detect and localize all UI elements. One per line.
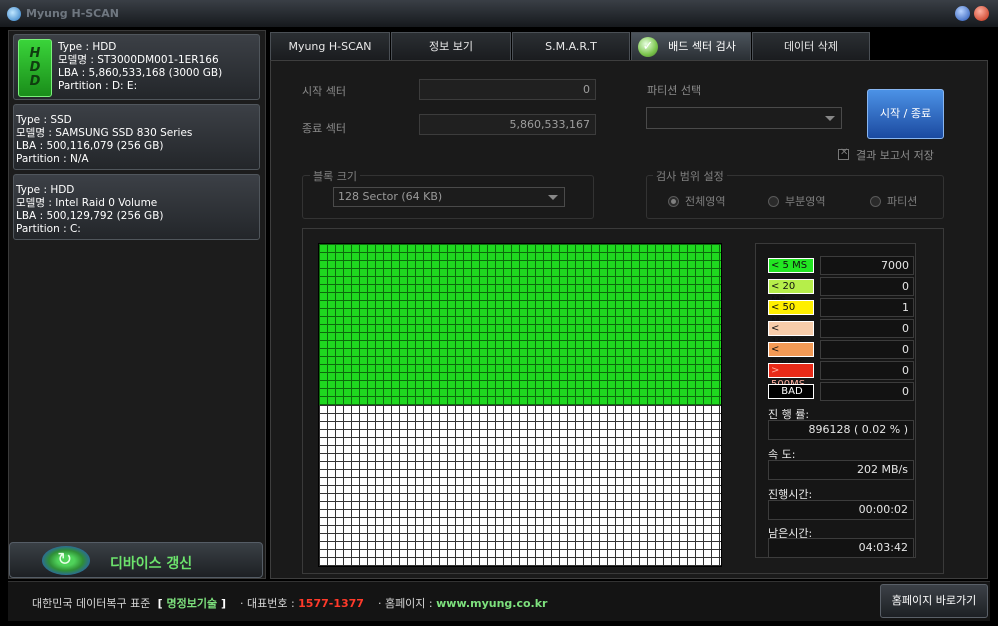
title-bar: Myung H-SCAN bbox=[0, 0, 998, 28]
range-full-radio[interactable] bbox=[668, 196, 679, 207]
window-title: Myung H-SCAN bbox=[26, 7, 119, 20]
partition-select-label: 파티션 선택 bbox=[647, 84, 702, 97]
latency-count-over-500ms: 0 bbox=[820, 361, 914, 380]
bad-sector-panel: 시작 섹터 0 종료 섹터 5,860,533,167 파티션 선택 시작 / … bbox=[270, 60, 988, 579]
save-report-checkbox[interactable] bbox=[838, 147, 849, 160]
latency-label-500ms: < 500MS bbox=[768, 342, 814, 369]
start-stop-button[interactable]: 시작 / 종료 bbox=[867, 89, 944, 139]
latency-count-500ms: 0 bbox=[820, 340, 914, 359]
latency-label-5ms: < 5 MS bbox=[768, 258, 814, 273]
device-model: 모델명 : SAMSUNG SSD 830 Series bbox=[16, 127, 193, 139]
progress-value: 896128 ( 0.02 % ) bbox=[768, 420, 914, 440]
device-type: Type : HDD bbox=[58, 41, 117, 53]
range-full-label: 전체영역 bbox=[685, 195, 726, 208]
device-model: 모델명 : ST3000DM001-1ER166 bbox=[58, 54, 219, 66]
elapsed-value: 00:00:02 bbox=[768, 500, 914, 520]
device-type: Type : SSD bbox=[16, 114, 72, 126]
start-sector-label: 시작 섹터 bbox=[302, 85, 346, 98]
check-icon: ✓ bbox=[638, 37, 658, 57]
partition-select[interactable] bbox=[646, 107, 842, 129]
refresh-icon bbox=[42, 546, 90, 575]
save-report-label: 결과 보고서 저장 bbox=[856, 149, 934, 162]
device-item-hdd-raid[interactable]: Type : HDD 모델명 : Intel Raid 0 Volume LBA… bbox=[13, 174, 260, 240]
device-type: Type : HDD bbox=[16, 184, 75, 196]
device-lba: LBA : 5,860,533,168 (3000 GB) bbox=[58, 67, 223, 79]
scan-range-group: 검사 범위 설정 전체영역 부분영역 파티션 bbox=[646, 168, 944, 219]
block-size-group: 블록 크기 128 Sector (64 KB) bbox=[302, 168, 594, 219]
latency-count-5ms: 7000 bbox=[820, 256, 914, 275]
range-partial-radio[interactable] bbox=[768, 196, 779, 207]
tab-data-erase[interactable]: 데이터 삭제 bbox=[752, 32, 870, 60]
block-size-label: 블록 크기 bbox=[310, 168, 360, 184]
tab-info[interactable]: 정보 보기 bbox=[391, 32, 511, 60]
tab-bad-sector[interactable]: ✓ 배드 섹터 검사 bbox=[631, 32, 751, 60]
refresh-label: 디바이스 갱신 bbox=[110, 556, 193, 572]
device-lba: LBA : 500,129,792 (256 GB) bbox=[16, 210, 164, 222]
speed-value: 202 MB/s bbox=[768, 460, 914, 480]
sector-map-scanned bbox=[319, 244, 721, 405]
latency-count-20ms: 0 bbox=[820, 277, 914, 296]
app-icon bbox=[7, 7, 21, 21]
footer-home-label: · 홈페이지 : bbox=[377, 597, 433, 610]
chevron-down-icon bbox=[548, 195, 558, 200]
chevron-down-icon bbox=[825, 116, 835, 121]
device-item-hdd-1[interactable]: HDD Type : HDD 모델명 : ST3000DM001-1ER166 … bbox=[13, 34, 260, 100]
footer-home-url[interactable]: www.myung.co.kr bbox=[436, 597, 547, 610]
range-partition-label: 파티션 bbox=[887, 195, 918, 208]
block-size-value: 128 Sector (64 KB) bbox=[338, 190, 443, 203]
start-sector-input[interactable]: 0 bbox=[419, 79, 596, 100]
range-partial-label: 부분영역 bbox=[785, 195, 826, 208]
latency-count-50ms: 1 bbox=[820, 298, 914, 317]
device-partition: Partition : N/A bbox=[16, 153, 89, 165]
tab-bad-sector-label: 배드 섹터 검사 bbox=[668, 40, 736, 53]
tab-bar: Myung H-SCAN 정보 보기 S.M.A.R.T ✓ 배드 섹터 검사 … bbox=[270, 32, 870, 60]
remaining-value: 04:03:42 bbox=[768, 538, 914, 558]
device-model: 모델명 : Intel Raid 0 Volume bbox=[16, 197, 158, 209]
end-sector-label: 종료 섹터 bbox=[302, 122, 346, 135]
latency-label-150ms: < 150MS bbox=[768, 321, 814, 348]
device-partition: Partition : D: E: bbox=[58, 80, 138, 92]
latency-stats: < 5 MS 7000 < 20 MS 0 < 50 MS 1 < 150MS … bbox=[755, 243, 916, 558]
scan-range-label: 검사 범위 설정 bbox=[653, 168, 727, 184]
range-partition-radio[interactable] bbox=[870, 196, 881, 207]
tab-smart[interactable]: S.M.A.R.T bbox=[512, 32, 630, 60]
device-item-ssd[interactable]: Type : SSD 모델명 : SAMSUNG SSD 830 Series … bbox=[13, 104, 260, 170]
latency-label-bad: BAD bbox=[768, 384, 814, 399]
latency-label-50ms: < 50 MS bbox=[768, 300, 814, 327]
homepage-button[interactable]: 홈페이지 바로가기 bbox=[880, 584, 988, 618]
tab-myung-hscan[interactable]: Myung H-SCAN bbox=[270, 32, 390, 60]
sector-map bbox=[318, 243, 722, 567]
latency-label-over-500ms: > 500MS bbox=[768, 363, 814, 390]
close-button[interactable] bbox=[974, 6, 989, 21]
hdd-icon: HDD bbox=[18, 39, 52, 97]
footer-info: 대한민국 데이터복구 표준 [ 명정보기술 ] · 대표번호 : 1577-13… bbox=[32, 597, 548, 610]
device-partition: Partition : C: bbox=[16, 223, 81, 235]
latency-count-150ms: 0 bbox=[820, 319, 914, 338]
footer: 대한민국 데이터복구 표준 [ 명정보기술 ] · 대표번호 : 1577-13… bbox=[8, 581, 990, 621]
device-lba: LBA : 500,116,079 (256 GB) bbox=[16, 140, 164, 152]
minimize-button[interactable] bbox=[955, 6, 970, 21]
footer-brand: 명정보기술 bbox=[166, 597, 218, 610]
device-list: HDD Type : HDD 모델명 : ST3000DM001-1ER166 … bbox=[8, 30, 266, 579]
device-refresh-button[interactable]: 디바이스 갱신 bbox=[9, 542, 263, 578]
sector-map-pending bbox=[319, 405, 721, 566]
block-size-select[interactable]: 128 Sector (64 KB) bbox=[333, 187, 565, 207]
latency-label-20ms: < 20 MS bbox=[768, 279, 814, 306]
footer-phone-label: · 대표번호 : bbox=[239, 597, 295, 610]
end-sector-input[interactable]: 5,860,533,167 bbox=[419, 114, 596, 135]
latency-count-bad: 0 bbox=[820, 382, 914, 401]
footer-prefix: 대한민국 데이터복구 표준 bbox=[32, 597, 151, 610]
scan-result-panel: < 5 MS 7000 < 20 MS 0 < 50 MS 1 < 150MS … bbox=[302, 228, 944, 574]
footer-phone: 1577-1377 bbox=[298, 597, 364, 610]
